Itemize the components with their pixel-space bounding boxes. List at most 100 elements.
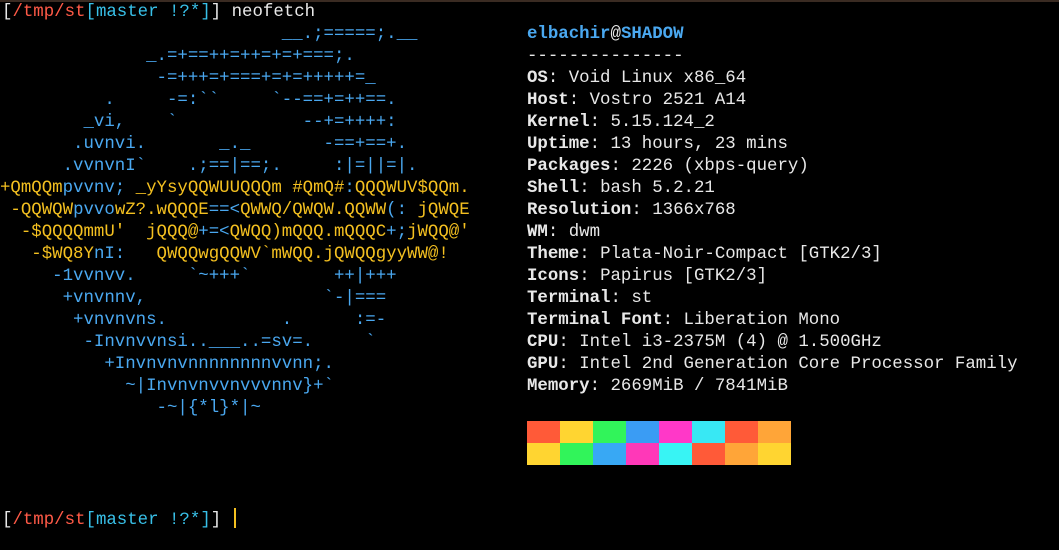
info-line: Shell: bash 5.2.21 (527, 178, 1057, 200)
ascii-art-block: __.;=====;.__ _.=+==++=++=+=+===;. -=+++… (0, 24, 520, 420)
info-key: Kernel (527, 113, 590, 132)
info-colon: : (568, 91, 590, 110)
normal-color-swatch (758, 421, 791, 443)
active-prompt-line[interactable]: [/tmp/st[master !?*]] (2, 508, 236, 532)
info-key: Terminal (527, 289, 611, 308)
info-colon: : (589, 377, 611, 396)
ascii-art-segment: -$WQ8Y (0, 245, 94, 264)
info-colon: : (589, 135, 611, 154)
info-value: st (631, 289, 653, 308)
ascii-art-line: _.=+==++=++=+=+===;. (0, 46, 520, 68)
info-key: OS (527, 69, 548, 88)
ascii-art-segment: -$QQQQmmU' jQQQ@ (0, 223, 199, 242)
ascii-art-segment: -=+++=+===+=+=+++++=_ (0, 69, 376, 88)
ascii-art-segment: jWQQ@' (407, 223, 470, 242)
info-colon: : (579, 245, 601, 264)
info-value: Void Linux x86_64 (568, 69, 747, 88)
info-value: Plata-Noir-Compact [GTK2/3] (600, 245, 882, 264)
info-key: Theme (527, 245, 580, 264)
normal-color-swatch (659, 421, 692, 443)
normal-color-swatch (692, 421, 725, 443)
info-colon: : (610, 157, 632, 176)
distro-ascii-logo: __.;=====;.__ _.=+==++=++=+=+===;. -=+++… (0, 24, 520, 424)
info-line: WM: dwm (527, 222, 1057, 244)
text-cursor[interactable] (233, 508, 236, 528)
info-key: Terminal Font (527, 311, 663, 330)
ascii-art-segment: +vnvnnv, `-|=== (0, 289, 387, 308)
ascii-art-line: . -=:`` `--==+=++==. (0, 90, 520, 112)
ascii-art-segment: _.=+==++=++=+=+===;. (0, 47, 355, 66)
ascii-art-segment: +=< (198, 223, 230, 242)
ascii-art-segment: . -=:`` `--==+=++==. (0, 91, 397, 110)
ascii-art-line: .vvnvnI` .;==|==;. :|=||=|. (0, 156, 520, 178)
info-key: Uptime (527, 135, 590, 154)
ascii-art-line: .uvnvi. _._ -==+==+. (0, 134, 520, 156)
prompt-path: /tmp/st (12, 3, 86, 22)
command-prompt-line: [/tmp/st[master !?*]] neofetch (2, 2, 315, 24)
ascii-art-segment: QWQQ)mQQQ.mQQQC (229, 223, 387, 242)
prompt-branch-open: [ (85, 3, 96, 22)
prompt-bracket-close: ] (210, 511, 222, 530)
info-colon: : (579, 267, 601, 286)
info-value: Intel i3-2375M (4) @ 1.500GHz (579, 333, 882, 352)
info-key: WM (527, 223, 548, 242)
info-colon: : (662, 311, 684, 330)
info-value: 2226 (xbps-query) (631, 157, 809, 176)
normal-color-swatch (593, 421, 626, 443)
ascii-art-segment: -Invnvvnsi..___..=sv=. ` (0, 333, 376, 352)
info-colon: : (547, 223, 569, 242)
prompt-branch-open: [ (85, 511, 96, 530)
info-key: Resolution (527, 201, 632, 220)
info-key: Packages (527, 157, 611, 176)
ascii-art-line: +Invnvnvnnnnnnnnvvnn;. (0, 354, 520, 376)
info-value: 5.15.124_2 (610, 113, 715, 132)
ascii-art-segment: QQQWUV$QQm. (354, 179, 470, 198)
prompt-bracket-close: ] (210, 3, 222, 22)
ascii-art-segment: wZ?.wQQQE (114, 201, 209, 220)
prompt-git-branch: master !?* (95, 3, 201, 22)
ascii-art-line: -Invnvvnsi..___..=sv=. ` (0, 332, 520, 354)
bright-color-swatch (560, 443, 593, 465)
ascii-art-line: -=+++=+===+=+=+++++=_ (0, 68, 520, 90)
prompt-branch-close: ] (200, 511, 211, 530)
info-key: Shell (527, 179, 580, 198)
user-host-line: elbachir@SHADOW (527, 24, 1057, 46)
info-line: Theme: Plata-Noir-Compact [GTK2/3] (527, 244, 1057, 266)
ascii-art-line: -$WQ8YnI: QWQQwgQQWV`mWQQ.jQWQQgyyWW@! (0, 244, 520, 266)
ascii-art-line: +vnvnnv, `-|=== (0, 288, 520, 310)
ascii-art-line: +QmQQmpvvnv; _yYsyQQWUUQQQm #QmQ#:QQQWUV… (0, 178, 520, 200)
ascii-art-segment: jQWQE (417, 201, 470, 220)
ascii-art-segment: : (344, 179, 355, 198)
info-line: Packages: 2226 (xbps-query) (527, 156, 1057, 178)
ascii-art-segment: -1vvnvv. `~+++` ++|+++ (0, 267, 397, 286)
info-line: Kernel: 5.15.124_2 (527, 112, 1057, 134)
ascii-art-line: __.;=====;.__ (0, 24, 520, 46)
bright-color-swatch (527, 443, 560, 465)
ascii-art-segment: QWQQwgQQWV`mWQQ.jQWQQgyyWW@! (125, 245, 449, 264)
ascii-art-segment: pvvo (73, 201, 115, 220)
info-colon: : (631, 201, 653, 220)
ascii-art-segment: QWWQ/QWQW.QQWW (240, 201, 387, 220)
ascii-art-line: -QQWQWpvvowZ?.wQQQE==<QWWQ/QWQW.QQWW(: j… (0, 200, 520, 222)
info-colon: : (558, 355, 580, 374)
at-sign: @ (610, 25, 621, 44)
info-key: Host (527, 91, 569, 110)
info-key: Memory (527, 377, 590, 396)
info-line: OS: Void Linux x86_64 (527, 68, 1057, 90)
bright-color-swatch (626, 443, 659, 465)
command-text: neofetch (231, 3, 316, 22)
bright-color-swatch (593, 443, 626, 465)
ascii-art-segment: .uvnvi. _._ -==+==+. (0, 135, 408, 154)
info-key: CPU (527, 333, 559, 352)
prompt-bracket-open: [ (2, 511, 13, 530)
ascii-art-line: -$QQQQmmU' jQQQ@+=<QWQQ)mQQQ.mQQQC+;jWQQ… (0, 222, 520, 244)
info-value: Vostro 2521 A14 (589, 91, 747, 110)
ascii-art-segment: ==< (208, 201, 241, 220)
bright-color-swatch (758, 443, 791, 465)
ascii-art-segment: (: (386, 201, 418, 220)
prompt-path: /tmp/st (12, 511, 86, 530)
ascii-art-segment: _yYsyQQWUUQQQm #QmQ# (125, 179, 345, 198)
normal-color-swatch (527, 421, 560, 443)
info-line: Memory: 2669MiB / 7841MiB (527, 376, 1057, 398)
ascii-art-segment: pvvnv; (62, 179, 126, 198)
